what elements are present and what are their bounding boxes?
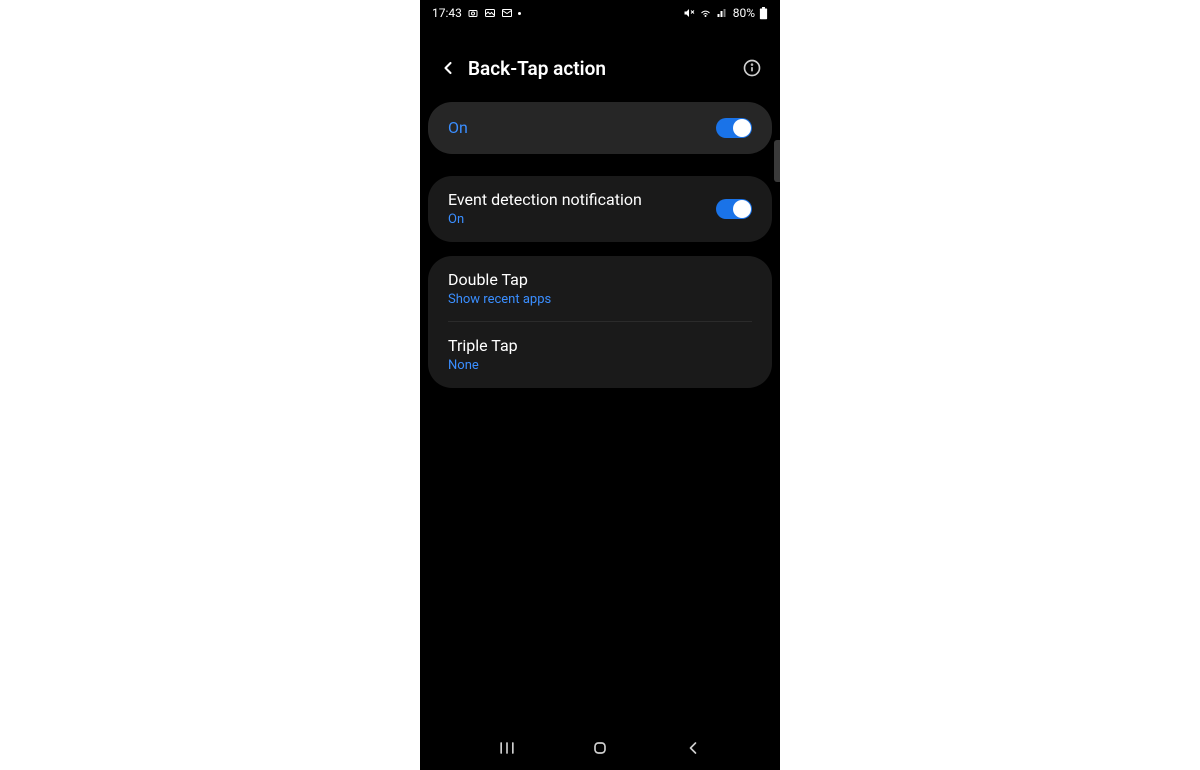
scroll-handle[interactable]: [774, 140, 780, 182]
info-button[interactable]: [740, 56, 764, 80]
gallery-icon: [484, 7, 496, 19]
page-title: Back-Tap action: [468, 57, 740, 80]
toggle-thumb-icon: [733, 200, 751, 218]
recents-button[interactable]: [495, 736, 519, 760]
master-toggle-row[interactable]: On: [428, 102, 772, 154]
status-right: 80%: [683, 6, 768, 20]
status-left: 17:43: [432, 6, 521, 20]
back-nav-button[interactable]: [681, 736, 705, 760]
master-toggle-card: On: [428, 102, 772, 154]
event-detection-sub: On: [448, 212, 704, 228]
status-time: 17:43: [432, 6, 462, 20]
battery-icon: [759, 7, 768, 20]
status-bar: 17:43 80%: [420, 0, 780, 26]
more-notifications-icon: [518, 12, 521, 15]
double-tap-row[interactable]: Double Tap Show recent apps: [428, 256, 772, 322]
tap-actions-card: Double Tap Show recent apps Triple Tap N…: [428, 256, 772, 388]
event-detection-card: Event detection notification On: [428, 176, 772, 242]
event-detection-title: Event detection notification: [448, 190, 704, 210]
page-header: Back-Tap action: [420, 40, 780, 96]
toggle-thumb-icon: [733, 119, 751, 137]
wifi-icon: [699, 7, 712, 19]
home-button[interactable]: [588, 736, 612, 760]
phone-frame: 17:43 80%: [420, 0, 780, 770]
triple-tap-title: Triple Tap: [448, 336, 752, 356]
camera-icon: [467, 7, 479, 19]
back-button[interactable]: [436, 56, 460, 80]
mute-icon: [683, 7, 695, 19]
triple-tap-sub: None: [448, 358, 752, 374]
double-tap-title: Double Tap: [448, 270, 752, 290]
triple-tap-row[interactable]: Triple Tap None: [428, 322, 772, 388]
system-nav-bar: [420, 726, 780, 770]
event-detection-row[interactable]: Event detection notification On: [428, 176, 772, 242]
master-toggle-switch[interactable]: [716, 118, 752, 138]
double-tap-sub: Show recent apps: [448, 292, 752, 308]
signal-icon: [716, 7, 729, 19]
battery-percent: 80%: [733, 6, 755, 20]
gmail-icon: [501, 7, 513, 19]
event-detection-switch[interactable]: [716, 199, 752, 219]
master-toggle-label: On: [448, 118, 704, 138]
